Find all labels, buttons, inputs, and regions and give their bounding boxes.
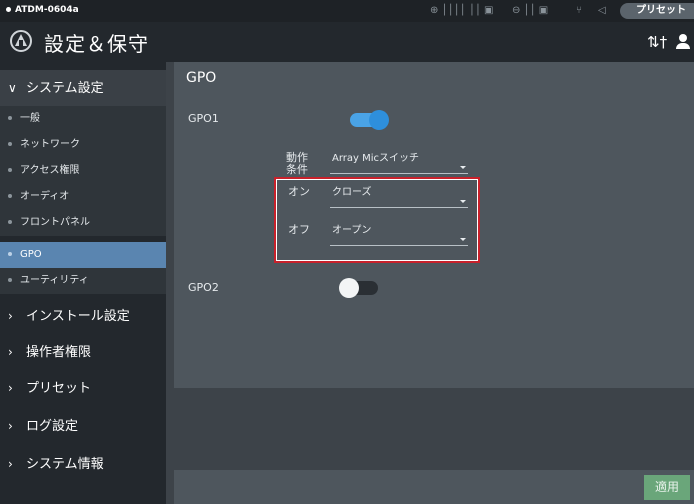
triangle-logo-icon [10,30,32,52]
apply-button[interactable]: 適用 [644,475,690,500]
sidebar-item-label: オーディオ [20,191,70,202]
chevron-down-icon: ∨ [8,81,17,95]
sidebar-section-label: ログ設定 [26,419,79,434]
sidebar-section-system-info[interactable]: › システム情報 [0,446,166,482]
chevron-right-icon: › [8,419,13,433]
gpo2-label: GPO2 [188,281,219,294]
chevron-right-icon: › [8,381,13,395]
mute-icon: ◁ [598,5,606,16]
toggle-knob [369,110,389,130]
bullet-icon [8,168,12,172]
sidebar-item-general[interactable]: 一般 [0,106,166,132]
sliders-icon[interactable]: ⇅† [647,33,667,51]
sidebar-section-label: インストール設定 [26,309,130,324]
status-bar: ATDM-0604a ⊕ ││││ ││ ▣ ⊖ ││ ▣ ⑂ ◁ ▲ プリセッ… [0,0,694,22]
gpo2-toggle[interactable] [339,278,378,298]
sidebar-section-operator[interactable]: › 操作者権限 [0,334,166,370]
gpo-panel: GPO GPO1 動作条件 Array Micスイッチ オン クローズ オフ オ… [174,62,694,388]
sidebar-item-label: 一般 [20,113,40,124]
chevron-right-icon: › [8,345,13,359]
sidebar-section-system[interactable]: ∨ システム設定 [0,70,166,106]
link-icon: ⑂ [576,5,582,16]
chevron-right-icon: › [8,457,13,471]
sidebar-section-label: システム設定 [26,81,104,96]
output-signal-icon: ⊖ ││ ▣ [512,5,549,16]
highlight-frame [274,177,480,263]
bullet-icon [8,252,12,256]
sidebar-item-access[interactable]: アクセス権限 [0,158,166,184]
sidebar-section-install[interactable]: › インストール設定 [0,298,166,334]
input-signal-icon: ⊕ ││││ ││ ▣ [430,5,494,16]
toggle-knob [339,278,359,298]
sidebar-section-label: プリセット [26,381,92,396]
user-icon-head [679,34,687,42]
dropdown-caret-icon [460,166,466,169]
sidebar-item-gpo[interactable]: GPO [0,242,166,268]
user-icon[interactable] [675,34,691,50]
panel-title: GPO [186,70,217,86]
condition-value: Array Micスイッチ [332,153,420,164]
bullet-icon [8,220,12,224]
gpo1-label: GPO1 [188,112,219,125]
device-dot-icon [6,7,11,12]
main-content: GPO GPO1 動作条件 Array Micスイッチ オン クローズ オフ オ… [174,62,694,504]
gpo1-toggle[interactable] [350,110,389,130]
bullet-icon [8,142,12,146]
sidebar-item-audio[interactable]: オーディオ [0,184,166,210]
sidebar-section-preset[interactable]: › プリセット [0,370,166,406]
bullet-icon [8,194,12,198]
sidebar: ∨ システム設定 一般 ネットワーク アクセス権限 オーディオ フロントパネル G… [0,62,166,504]
user-icon-body [676,43,690,49]
sidebar-section-label: システム情報 [26,457,104,472]
condition-select[interactable]: Array Micスイッチ [330,148,468,174]
sidebar-item-label: アクセス権限 [20,165,80,176]
sidebar-section-log[interactable]: › ログ設定 [0,408,166,444]
sidebar-item-utility[interactable]: ユーティリティ [0,268,166,294]
condition-label: 動作条件 [286,151,308,176]
sidebar-item-label: ネットワーク [20,139,80,150]
sidebar-item-label: GPO [20,249,42,260]
device-label: ATDM-0604a [15,5,79,15]
chevron-right-icon: › [8,309,13,323]
bullet-icon [8,116,12,120]
page-title: 設定＆保守 [44,32,149,56]
sidebar-item-front-panel[interactable]: フロントパネル [0,210,166,236]
preset-button[interactable]: プリセット [620,3,694,19]
title-bar: 設定＆保守 ⇅† [0,22,694,62]
sidebar-item-label: ユーティリティ [20,275,89,286]
bottom-strip [174,470,694,504]
sidebar-section-label: 操作者権限 [26,345,92,360]
bullet-icon [8,278,12,282]
sidebar-item-label: フロントパネル [20,217,90,228]
device-name: ATDM-0604a [6,5,79,15]
sidebar-item-network[interactable]: ネットワーク [0,132,166,158]
